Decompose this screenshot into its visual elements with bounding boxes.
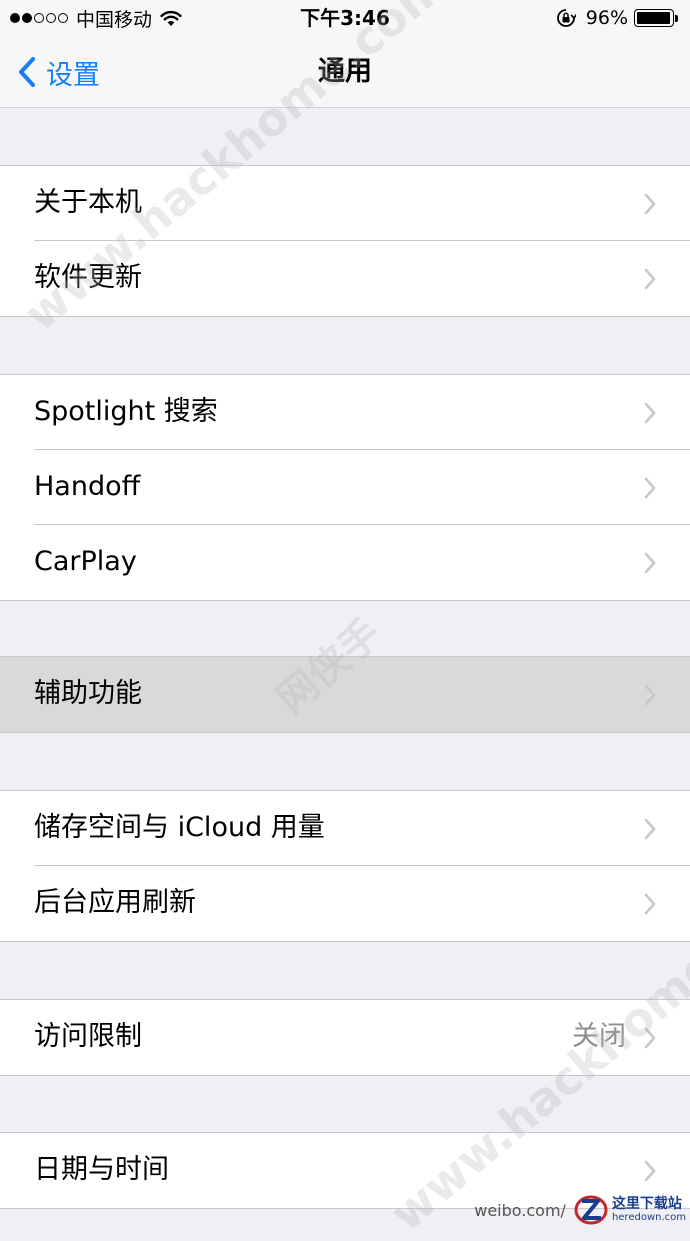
row-restrictions[interactable]: 访问限制 关闭 — [0, 1000, 690, 1075]
chevron-right-icon — [644, 552, 656, 574]
chevron-right-icon — [644, 893, 656, 915]
settings-group-features: Spotlight 搜索 Handoff CarPlay — [0, 374, 690, 601]
row-label: 日期与时间 — [34, 1154, 169, 1185]
chevron-right-icon — [644, 818, 656, 840]
row-spotlight-search[interactable]: Spotlight 搜索 — [0, 375, 690, 450]
chevron-right-icon — [644, 1027, 656, 1049]
chevron-right-icon — [644, 193, 656, 215]
row-label: 访问限制 — [34, 1021, 142, 1052]
battery-percent: 96% — [585, 7, 628, 29]
row-software-update[interactable]: 软件更新 — [0, 241, 690, 316]
settings-group-storage: 储存空间与 iCloud 用量 后台应用刷新 — [0, 790, 690, 942]
row-label: Spotlight 搜索 — [34, 396, 218, 427]
settings-group-restrictions: 访问限制 关闭 — [0, 999, 690, 1076]
chevron-right-icon — [644, 268, 656, 290]
row-handoff[interactable]: Handoff — [0, 450, 690, 525]
chevron-right-icon — [644, 1160, 656, 1182]
row-label: 辅助功能 — [34, 678, 142, 709]
battery-icon — [634, 9, 674, 27]
row-label: 关于本机 — [34, 187, 142, 218]
row-about-device[interactable]: 关于本机 — [0, 166, 690, 241]
row-storage-icloud-usage[interactable]: 储存空间与 iCloud 用量 — [0, 791, 690, 866]
battery-fill — [637, 12, 670, 24]
logo-text-en: heredown.com — [611, 1212, 686, 1223]
row-label: CarPlay — [34, 546, 137, 577]
chevron-right-icon — [644, 402, 656, 424]
battery-tip — [675, 14, 678, 22]
settings-group-about: 关于本机 软件更新 — [0, 165, 690, 317]
status-right: 96% — [556, 5, 678, 31]
rotation-lock-icon — [556, 8, 576, 28]
row-label: 后台应用刷新 — [34, 887, 196, 918]
navigation-bar: 设置 通用 — [0, 36, 690, 108]
settings-group-accessibility: 辅助功能 — [0, 656, 690, 733]
chevron-right-icon — [644, 477, 656, 499]
chevron-right-icon — [644, 684, 656, 706]
page-title: 通用 — [318, 56, 372, 87]
row-date-time[interactable]: 日期与时间 — [0, 1133, 690, 1208]
row-background-app-refresh[interactable]: 后台应用刷新 — [0, 866, 690, 941]
status-bar: 中国移动 下午3:46 96% — [0, 0, 690, 36]
row-value: 关闭 — [572, 1021, 626, 1052]
row-label: Handoff — [34, 471, 141, 502]
row-label: 储存空间与 iCloud 用量 — [34, 812, 325, 843]
row-label: 软件更新 — [34, 262, 142, 293]
row-carplay[interactable]: CarPlay — [0, 525, 690, 600]
row-accessibility[interactable]: 辅助功能 — [0, 657, 690, 732]
settings-group-datetime: 日期与时间 — [0, 1132, 690, 1209]
